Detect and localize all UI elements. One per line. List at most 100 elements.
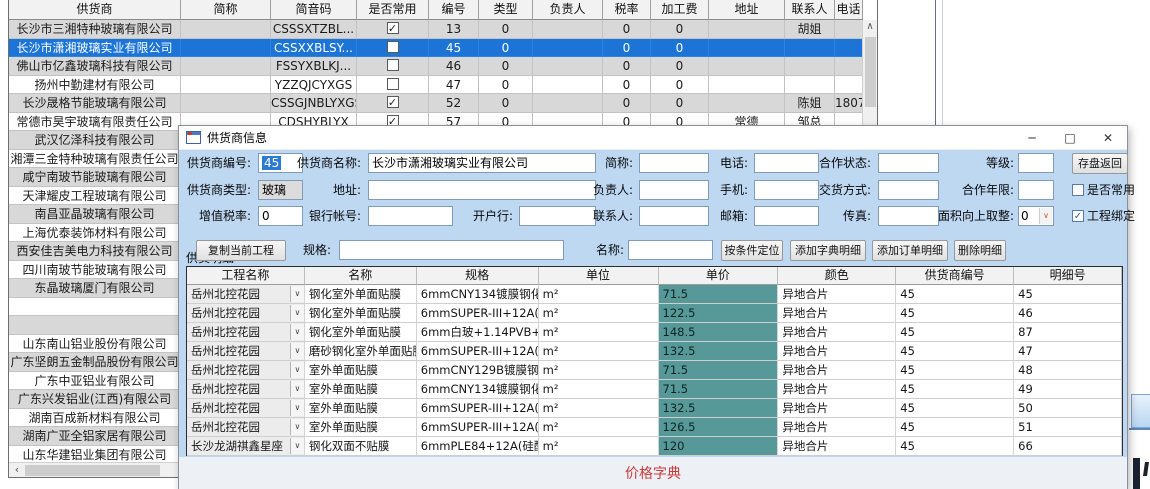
grid-cell[interactable]: m² — [539, 437, 659, 456]
project-combo-cell[interactable]: 岳州北控花园∨ — [187, 323, 305, 342]
table-row[interactable]: 扬州中勤建材有限公司YZZQJCYXGS47000 — [9, 76, 877, 95]
combo-arrow-icon[interactable]: ∨ — [290, 400, 304, 416]
grid-cell[interactable]: 钢化室外单面贴膜 — [305, 304, 417, 323]
grid-row[interactable]: 岳州北控花园∨室外单面贴膜6mmSUPER-III+12A(硅...m²132.… — [187, 399, 1122, 418]
grid-cell[interactable]: 45 — [1014, 285, 1122, 304]
grid-cell[interactable]: 71.5 — [659, 380, 779, 399]
grid-cell[interactable]: 148.5 — [659, 323, 779, 342]
project-combo-cell[interactable]: 岳州北控花园∨ — [187, 380, 305, 399]
grid-cell[interactable]: 45 — [896, 418, 1014, 437]
grid-cell[interactable]: 45 — [896, 399, 1014, 418]
grid-cell[interactable]: 6mmCNY134镀膜钢化 — [417, 380, 539, 399]
grid-cell[interactable]: 47 — [1014, 342, 1122, 361]
grade-field[interactable] — [1018, 153, 1054, 173]
grid-cell[interactable]: m² — [539, 380, 659, 399]
grid-cell[interactable]: 室外单面贴膜 — [305, 418, 417, 437]
grid-cell[interactable]: 132.5 — [659, 342, 779, 361]
grid-row[interactable]: 岳州北控花园∨钢化室外单面贴膜6mmCNY134镀膜钢化m²71.5异地合片45… — [187, 285, 1122, 304]
is-common-checkbox[interactable]: 是否常用 — [1072, 183, 1135, 199]
grid-cell[interactable]: 6mmSUPER-III+12A(硅... — [417, 304, 539, 323]
grid-cell[interactable]: 48 — [1014, 361, 1122, 380]
grid-cell[interactable]: 45 — [896, 361, 1014, 380]
combo-arrow-icon[interactable]: ∨ — [290, 381, 304, 397]
grid-cell[interactable]: 钢化双面不贴膜 — [305, 437, 417, 456]
grid-column-header[interactable]: 单价 — [659, 267, 779, 285]
delete-detail-button[interactable]: 删除明细 — [954, 240, 1006, 261]
maximize-button[interactable]: □ — [1051, 126, 1089, 150]
grid-column-header[interactable]: 明细号 — [1014, 267, 1122, 285]
grid-cell[interactable]: 126.5 — [659, 418, 779, 437]
grid-cell[interactable]: 45 — [896, 437, 1014, 456]
column-header[interactable]: 电话 — [835, 0, 863, 20]
table-row[interactable]: 佛山市亿鑫玻璃科技有限公司FSSYXBLKJ...46000 — [9, 57, 877, 76]
grid-cell[interactable]: 122.5 — [659, 304, 779, 323]
grid-cell[interactable]: 室外单面贴膜 — [305, 361, 417, 380]
project-combo-cell[interactable]: 长沙龙湖祺鑫星座∨ — [187, 437, 305, 456]
grid-cell[interactable]: 45 — [896, 380, 1014, 399]
grid-cell[interactable]: 49 — [1014, 380, 1122, 399]
grid-cell[interactable]: 45 — [896, 323, 1014, 342]
grid-column-header[interactable]: 单位 — [539, 267, 659, 285]
close-button[interactable]: ✕ — [1089, 126, 1127, 150]
add-dict-detail-button[interactable]: 添加字典明细 — [790, 240, 866, 261]
vertical-scrollbar-thumb[interactable] — [865, 37, 876, 107]
project-combo-cell[interactable]: 岳州北控花园∨ — [187, 285, 305, 304]
project-combo-cell[interactable]: 岳州北控花园∨ — [187, 418, 305, 437]
grid-cell[interactable]: m² — [539, 323, 659, 342]
grid-cell[interactable]: 异地合片 — [778, 437, 896, 456]
bank-account-field[interactable] — [368, 206, 453, 226]
column-header[interactable]: 地址 — [709, 0, 785, 20]
project-combo-cell[interactable]: 岳州北控花园∨ — [187, 304, 305, 323]
grid-cell[interactable]: 6mmSUPER-III+12A(硅... — [417, 342, 539, 361]
grid-cell[interactable]: m² — [539, 304, 659, 323]
minimize-button[interactable]: ─ — [1013, 126, 1051, 150]
add-order-detail-button[interactable]: 添加订单明细 — [872, 240, 948, 261]
grid-cell[interactable]: 50 — [1014, 399, 1122, 418]
supplier-name-field[interactable]: 长沙市潇湘玻璃实业有限公司 — [368, 153, 596, 173]
common-checkbox-cell[interactable] — [357, 39, 429, 58]
grid-row[interactable]: 岳州北控花园∨磨砂钢化室外单面贴膜6mmSUPER-III+12A(硅...m²… — [187, 342, 1122, 361]
checkbox-checked-icon[interactable]: ✓ — [387, 96, 399, 108]
grid-cell[interactable]: 异地合片 — [778, 304, 896, 323]
grid-row[interactable]: 长沙龙湖祺鑫星座∨钢化双面不贴膜6mmPLE84+12A(硅酮胶...m²120… — [187, 437, 1122, 456]
grid-row[interactable]: 岳州北控花园∨室外单面贴膜6mmSUPER-III+12A(硅...m²126.… — [187, 418, 1122, 437]
grid-cell[interactable]: 87 — [1014, 323, 1122, 342]
coop-years-field[interactable] — [1018, 180, 1054, 200]
common-checkbox-cell[interactable] — [357, 57, 429, 76]
grid-cell[interactable]: 异地合片 — [778, 380, 896, 399]
grid-cell[interactable]: 71.5 — [659, 361, 779, 380]
grid-cell[interactable]: 异地合片 — [778, 285, 896, 304]
grid-cell[interactable]: 6mmCNY129B镀膜钢化 — [417, 361, 539, 380]
combo-arrow-icon[interactable]: ∨ — [290, 343, 304, 359]
project-bind-checkbox[interactable]: ✓工程绑定 — [1072, 209, 1135, 225]
grid-cell[interactable]: 6mm白玻+1.14PVB+6mm... — [417, 323, 539, 342]
grid-cell[interactable]: 钢化室外单面贴膜 — [305, 285, 417, 304]
column-header[interactable]: 联系人 — [785, 0, 835, 20]
dialog-titlebar[interactable]: 供货商信息 ─ □ ✕ — [179, 126, 1127, 150]
checkbox-unchecked-icon[interactable] — [387, 78, 399, 90]
column-header[interactable]: 编号 — [429, 0, 479, 20]
common-checkbox-cell[interactable]: ✓ — [357, 20, 429, 39]
grid-cell[interactable]: 异地合片 — [778, 342, 896, 361]
combo-arrow-icon[interactable]: ∨ — [290, 324, 304, 340]
common-checkbox-cell[interactable] — [357, 76, 429, 95]
grid-cell[interactable]: 120 — [659, 437, 779, 456]
project-combo-cell[interactable]: 岳州北控花园∨ — [187, 361, 305, 380]
grid-cell[interactable]: 71.5 — [659, 285, 779, 304]
common-checkbox-cell[interactable]: ✓ — [357, 94, 429, 113]
grid-column-header[interactable]: 规格 — [417, 267, 539, 285]
grid-cell[interactable]: 46 — [1014, 304, 1122, 323]
scroll-up-icon[interactable]: ∧ — [863, 20, 877, 36]
grid-column-header[interactable]: 工程名称 — [187, 267, 305, 285]
grid-cell[interactable]: 室外单面贴膜 — [305, 380, 417, 399]
grid-column-header[interactable]: 颜色 — [778, 267, 896, 285]
name-filter-field[interactable] — [628, 240, 713, 260]
spec-filter-field[interactable] — [339, 240, 564, 260]
grid-cell[interactable]: 异地合片 — [778, 418, 896, 437]
grid-cell[interactable]: 6mmSUPER-III+12A(硅... — [417, 418, 539, 437]
grid-cell[interactable]: 45 — [896, 304, 1014, 323]
grid-cell[interactable]: m² — [539, 418, 659, 437]
combo-arrow-icon[interactable]: ∨ — [290, 438, 304, 454]
grid-cell[interactable]: 钢化室外单面贴膜 — [305, 323, 417, 342]
copy-project-button[interactable]: 复制当前工程 — [196, 240, 286, 261]
